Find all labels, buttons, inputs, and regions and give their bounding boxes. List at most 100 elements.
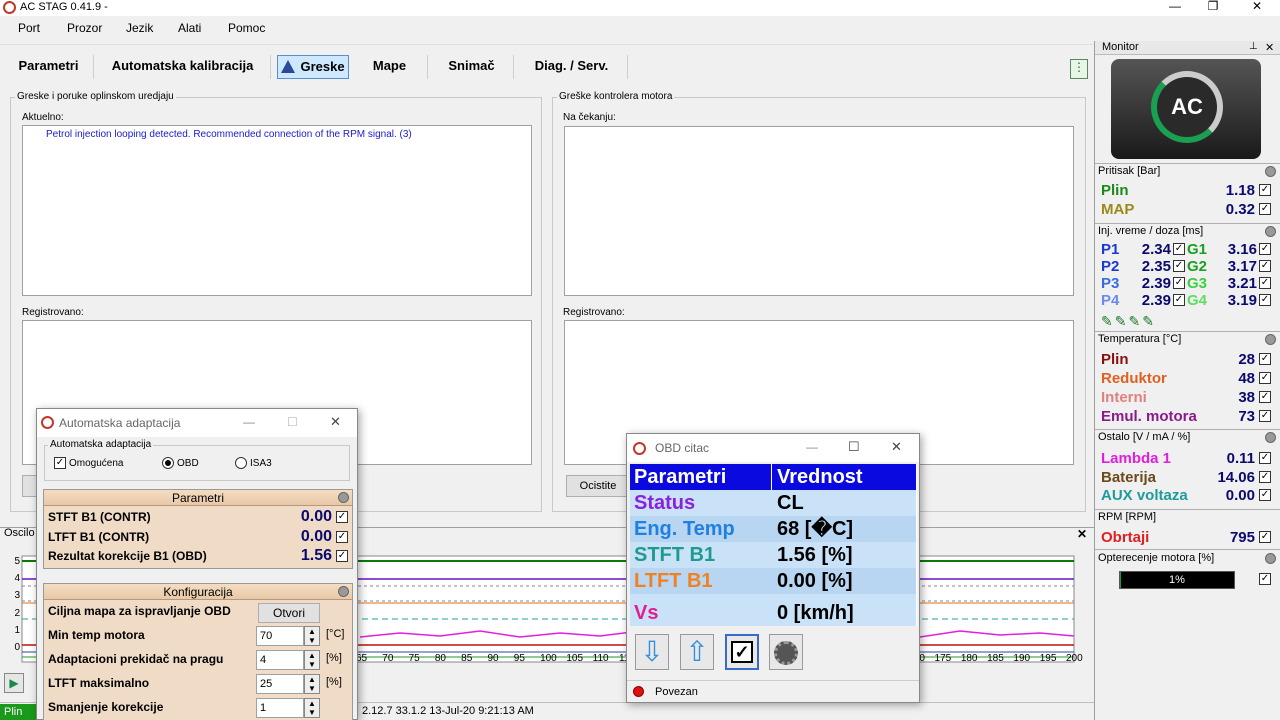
minimize-icon[interactable]: — xyxy=(806,440,818,454)
min-temp-input[interactable]: 70 xyxy=(256,626,304,646)
scroll-up-button[interactable]: ⇧ xyxy=(680,634,714,670)
tab-diag-serv[interactable]: Diag. / Serv. xyxy=(516,55,628,79)
tab-snimac[interactable]: Snimač xyxy=(430,55,514,79)
close-icon[interactable]: ✕ xyxy=(891,439,902,455)
pending-errors-list[interactable] xyxy=(564,126,1074,296)
min-temp-stepper[interactable]: ▲ ▼ xyxy=(304,626,320,646)
menu-pomoc[interactable]: Pomoc xyxy=(228,21,265,35)
load-bar: 1% xyxy=(1119,571,1235,589)
pressure-map-checkbox[interactable]: ✓ xyxy=(1259,203,1271,215)
close-icon[interactable]: ✕ xyxy=(330,414,341,430)
load-checkbox[interactable]: ✓ xyxy=(1259,573,1271,585)
osc-y-ticks: 5 4 3 2 1 0 xyxy=(12,553,20,656)
osc-play-button[interactable]: ▶ xyxy=(4,673,24,693)
threshold-input[interactable]: 4 xyxy=(256,650,304,670)
obd-row-status[interactable]: Status CL xyxy=(630,490,916,516)
temp-plin-checkbox[interactable]: ✓ xyxy=(1259,353,1271,365)
config-panel: Konfiguracija Ciljna mapa za ispravljanj… xyxy=(43,583,353,720)
tab-parametri[interactable]: Parametri xyxy=(4,55,94,79)
param-ltft-checkbox[interactable]: ✓ xyxy=(336,531,348,543)
threshold-stepper[interactable]: ▲ ▼ xyxy=(304,650,320,670)
y-tick: 3 xyxy=(14,590,20,602)
inj-p4-checkbox[interactable]: ✓ xyxy=(1173,294,1185,306)
menu-prozor[interactable]: Prozor xyxy=(67,21,102,35)
temp-reduktor-checkbox[interactable]: ✓ xyxy=(1259,372,1271,384)
inj-g2-checkbox[interactable]: ✓ xyxy=(1259,260,1271,272)
param-stft-value: 0.00 xyxy=(300,508,332,525)
inj-g4-checkbox[interactable]: ✓ xyxy=(1259,294,1271,306)
open-map-button[interactable]: Otvori xyxy=(258,603,320,623)
maximize-icon[interactable]: ☐ xyxy=(287,415,298,429)
ltft-max-input[interactable]: 25 xyxy=(256,674,304,694)
pin-icon[interactable]: ⊥ xyxy=(1249,41,1258,52)
inj-p3-value: 2.39 xyxy=(1141,275,1171,292)
load-collapse-icon[interactable] xyxy=(1265,553,1276,564)
minimize-icon[interactable]: — xyxy=(243,415,255,429)
select-params-button[interactable]: ✓ xyxy=(725,634,759,670)
menu-port[interactable]: Port xyxy=(18,21,40,35)
reduction-stepper[interactable]: ▲ ▼ xyxy=(304,698,320,718)
rpm-checkbox[interactable]: ✓ xyxy=(1259,531,1271,543)
title-bar: AC STAG 0.41.9 - — ❐ ✕ xyxy=(0,0,1280,16)
params-collapse-icon[interactable] xyxy=(338,492,349,503)
tab-mape[interactable]: Mape xyxy=(352,55,428,79)
other-baterija-checkbox[interactable]: ✓ xyxy=(1259,471,1271,483)
inj-g4-value: 3.19 xyxy=(1227,292,1257,309)
error-message[interactable]: Petrol injection looping detected. Recom… xyxy=(46,129,412,140)
clear-errors-button[interactable]: Ocistite xyxy=(566,475,630,497)
inj-collapse-icon[interactable] xyxy=(1265,226,1276,237)
inj-p1-checkbox[interactable]: ✓ xyxy=(1173,243,1185,255)
inj-p3-checkbox[interactable]: ✓ xyxy=(1173,277,1185,289)
other-lambda-checkbox[interactable]: ✓ xyxy=(1259,452,1271,464)
other-lambda-value: 0.11 xyxy=(1226,450,1255,467)
obd-radio[interactable] xyxy=(162,457,174,469)
settings-button[interactable] xyxy=(769,634,803,670)
menu-jezik[interactable]: Jezik xyxy=(126,21,153,35)
obd-row-vs[interactable]: Vs 0 [km/h] xyxy=(630,594,916,626)
param-stft-checkbox[interactable]: ✓ xyxy=(336,511,348,523)
config-collapse-icon[interactable] xyxy=(338,586,349,597)
menu-alati[interactable]: Alati xyxy=(178,21,201,35)
status-plin: Plin xyxy=(0,704,36,720)
registered-label-left: Registrovano: xyxy=(22,307,84,318)
other-aux-checkbox[interactable]: ✓ xyxy=(1259,489,1271,501)
tab-greske[interactable]: Greske xyxy=(277,55,349,79)
isa3-radio[interactable] xyxy=(235,457,247,469)
monitor-close-icon[interactable]: ✕ xyxy=(1265,41,1274,54)
tab-greske-label: Greske xyxy=(300,59,345,74)
obd-status-separator xyxy=(627,680,919,681)
other-collapse-icon[interactable] xyxy=(1265,432,1276,443)
y-tick: 1 xyxy=(14,624,20,636)
obd-row-eng-temp[interactable]: Eng. Temp 68 [�C] xyxy=(630,516,916,542)
osc-close-icon[interactable]: ✕ xyxy=(1077,527,1087,541)
threshold-unit: [%] xyxy=(326,652,342,664)
ltft-max-stepper[interactable]: ▲ ▼ xyxy=(304,674,320,694)
obd-param-status: Status xyxy=(634,492,696,514)
minimize-button[interactable]: — xyxy=(1160,0,1190,14)
param-rezultat-checkbox[interactable]: ✓ xyxy=(336,550,348,562)
reduction-input[interactable]: 1 xyxy=(256,698,304,718)
current-errors-list[interactable]: Petrol injection looping detected. Recom… xyxy=(22,125,532,296)
x-tick: 190 xyxy=(1013,653,1031,664)
pin-panel-icon[interactable]: ⋮ xyxy=(1070,59,1088,79)
obd-value-ltft: 0.00 [%] xyxy=(777,570,853,592)
config-target-map-label: Ciljna mapa za ispravljanje OBD xyxy=(48,604,231,618)
temp-interni-label: Interni xyxy=(1101,389,1147,406)
temp-emul-checkbox[interactable]: ✓ xyxy=(1259,410,1271,422)
maximize-button[interactable]: ❐ xyxy=(1198,0,1228,14)
obd-row-stft[interactable]: STFT B1 1.56 [%] xyxy=(630,542,916,568)
scroll-down-button[interactable]: ⇩ xyxy=(635,634,669,670)
temp-interni-checkbox[interactable]: ✓ xyxy=(1259,391,1271,403)
pressure-collapse-icon[interactable] xyxy=(1265,166,1276,177)
enabled-checkbox[interactable]: ✓ xyxy=(54,457,66,469)
inj-g1-checkbox[interactable]: ✓ xyxy=(1259,243,1271,255)
maximize-icon[interactable]: ☐ xyxy=(848,439,860,455)
temp-collapse-icon[interactable] xyxy=(1265,334,1276,345)
tab-automatska-kalibracija[interactable]: Automatska kalibracija xyxy=(95,55,271,79)
obd-row-ltft[interactable]: LTFT B1 0.00 [%] xyxy=(630,568,916,594)
config-header: Konfiguracija xyxy=(44,584,352,600)
inj-g3-checkbox[interactable]: ✓ xyxy=(1259,277,1271,289)
close-button[interactable]: ✕ xyxy=(1242,0,1272,14)
inj-p2-checkbox[interactable]: ✓ xyxy=(1173,260,1185,272)
pressure-plin-checkbox[interactable]: ✓ xyxy=(1259,184,1271,196)
